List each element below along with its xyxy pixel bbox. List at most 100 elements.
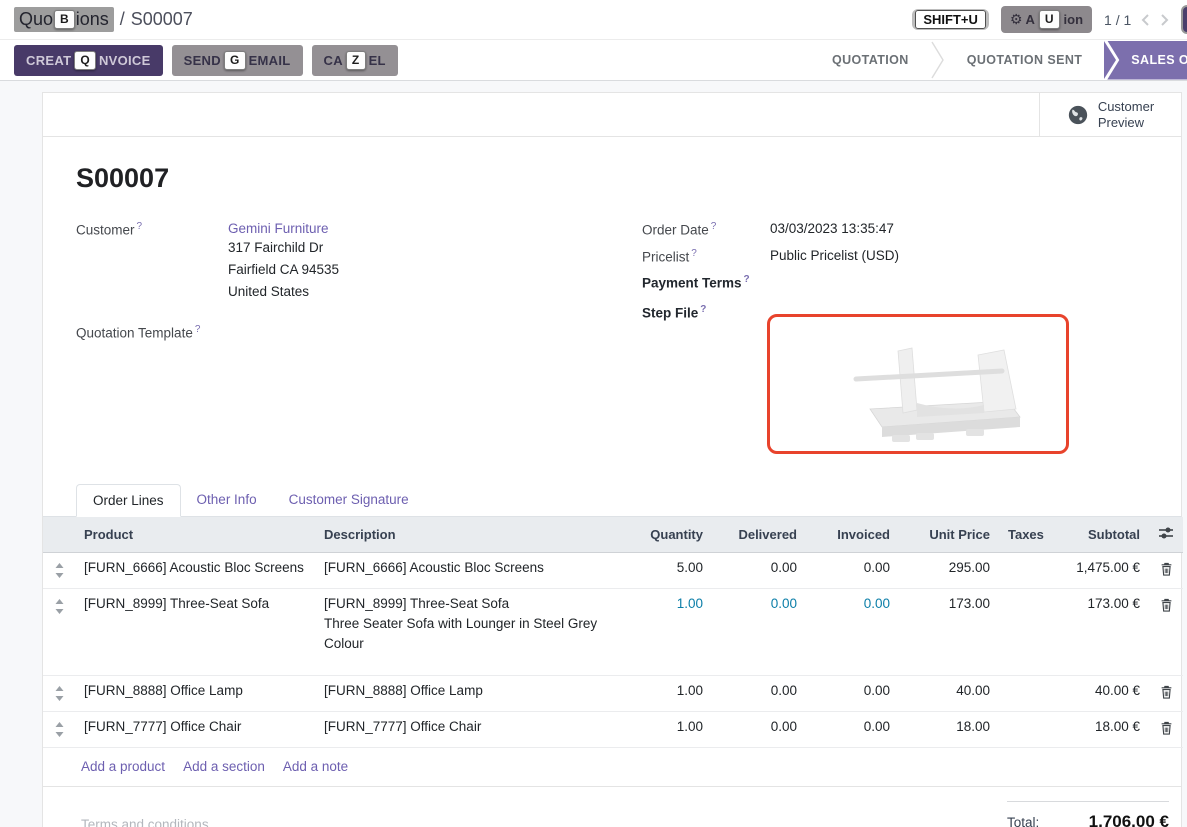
statusbar-step-quotation-sent[interactable]: QUOTATION SENT — [945, 53, 1105, 67]
order-date-field: Order Date? 03/03/2023 13:35:47 — [642, 221, 1181, 238]
invoiced-cell[interactable]: 0.00 — [807, 589, 900, 676]
unit-price-cell[interactable]: 295.00 — [900, 553, 1000, 589]
drag-handle-icon[interactable] — [43, 589, 76, 676]
statusbar-step-sales-order-active[interactable]: SALES ORDER — [1107, 41, 1187, 80]
quantity-cell[interactable]: 1.00 — [621, 589, 713, 676]
invoiced-column-header[interactable]: Invoiced — [807, 517, 900, 553]
description-cell[interactable]: [FURN_8999] Three-Seat Sofa Three Seater… — [316, 589, 621, 676]
help-question-icon: ? — [691, 248, 697, 259]
statusbar-separator-icon — [931, 41, 945, 79]
description-cell[interactable]: [FURN_7777] Office Chair — [316, 712, 621, 748]
form-column-right: Order Date? 03/03/2023 13:35:47 Pricelis… — [627, 221, 1181, 454]
delivered-cell[interactable]: 0.00 — [713, 553, 807, 589]
quantity-column-header[interactable]: Quantity — [621, 517, 713, 553]
quantity-cell[interactable]: 1.00 — [621, 676, 713, 712]
customer-field: Customer? Gemini Furniture 317 Fairchild… — [76, 221, 627, 302]
cancel-button[interactable]: CAZEL — [312, 45, 398, 76]
taxes-cell[interactable] — [1000, 553, 1045, 589]
delete-row-button[interactable] — [1150, 676, 1183, 712]
unit-price-cell[interactable]: 40.00 — [900, 676, 1000, 712]
unit-price-cell[interactable]: 173.00 — [900, 589, 1000, 676]
help-question-icon: ? — [137, 221, 143, 232]
truncated-create-button[interactable]: C — [1181, 5, 1187, 34]
delivered-cell[interactable]: 0.00 — [713, 589, 807, 676]
quantity-cell[interactable]: 5.00 — [621, 553, 713, 589]
product-cell[interactable]: [FURN_8888] Office Lamp — [76, 676, 316, 712]
description-line1: [FURN_8999] Three-Seat Sofa — [324, 596, 613, 611]
breadcrumb-text-fragment: Quo — [19, 9, 53, 30]
subtotal-column-header[interactable]: Subtotal — [1045, 517, 1150, 553]
description-line2: Three Seater Sofa with Lounger in Steel … — [324, 614, 613, 668]
order-line-row[interactable]: [FURN_6666] Acoustic Bloc Screens [FURN_… — [43, 553, 1183, 589]
breadcrumb-text-fragment: ions — [76, 9, 109, 30]
taxes-cell[interactable] — [1000, 589, 1045, 676]
action-menu-button[interactable]: ⚙ AUion — [1001, 6, 1092, 33]
delete-row-button[interactable] — [1150, 712, 1183, 748]
order-date-value[interactable]: 03/03/2023 13:35:47 — [770, 221, 894, 238]
sheet-body: S00007 Customer? Gemini Furniture 317 Fa… — [43, 137, 1181, 454]
button-label-fragment: CREAT — [26, 53, 71, 68]
customer-preview-button[interactable]: Customer Preview — [1039, 93, 1181, 136]
delivered-cell[interactable]: 0.00 — [713, 676, 807, 712]
drag-handle-icon[interactable] — [43, 712, 76, 748]
create-invoice-button[interactable]: CREATQNVOICE — [14, 45, 163, 76]
description-cell[interactable]: [FURN_6666] Acoustic Bloc Screens — [316, 553, 621, 589]
delivered-column-header[interactable]: Delivered — [713, 517, 807, 553]
pager-previous-icon[interactable] — [1141, 13, 1150, 27]
top-navigation-bar: QuoBions / S00007 SHIFT+U ⚙ AUion 1 / 1 … — [0, 0, 1187, 40]
record-title[interactable]: S00007 — [76, 163, 1181, 194]
pager-next-icon[interactable] — [1160, 13, 1169, 27]
invoiced-cell[interactable]: 0.00 — [807, 676, 900, 712]
globe-icon — [1067, 104, 1089, 126]
customer-value: Gemini Furniture 317 Fairchild Dr Fairfi… — [228, 221, 339, 302]
invoiced-cell[interactable]: 0.00 — [807, 712, 900, 748]
delete-row-button[interactable] — [1150, 553, 1183, 589]
notebook-tabs: Order Lines Other Info Customer Signatur… — [43, 484, 1181, 517]
customer-link[interactable]: Gemini Furniture — [228, 221, 329, 236]
taxes-cell[interactable] — [1000, 676, 1045, 712]
optional-columns-header[interactable] — [1150, 517, 1183, 553]
product-cell[interactable]: [FURN_8999] Three-Seat Sofa — [76, 589, 316, 676]
pricelist-value[interactable]: Public Pricelist (USD) — [770, 248, 899, 265]
customer-preview-line2: Preview — [1098, 115, 1144, 130]
invoiced-cell[interactable]: 0.00 — [807, 553, 900, 589]
topbar-right-cluster: SHIFT+U ⚙ AUion 1 / 1 C — [912, 5, 1187, 34]
help-question-icon: ? — [195, 324, 201, 335]
tab-other-info[interactable]: Other Info — [181, 484, 273, 515]
subtotal-cell: 1,475.00 € — [1045, 553, 1150, 589]
tab-customer-signature[interactable]: Customer Signature — [273, 484, 425, 515]
add-a-note-link[interactable]: Add a note — [283, 759, 348, 774]
description-cell[interactable]: [FURN_8888] Office Lamp — [316, 676, 621, 712]
pager-value: 1 / 1 — [1104, 12, 1131, 28]
order-line-row[interactable]: [FURN_8999] Three-Seat Sofa [FURN_8999] … — [43, 589, 1183, 676]
delete-row-button[interactable] — [1150, 589, 1183, 676]
product-column-header[interactable]: Product — [76, 517, 316, 553]
tab-order-lines[interactable]: Order Lines — [76, 484, 181, 517]
delivered-cell[interactable]: 0.00 — [713, 712, 807, 748]
statusbar-step-quotation[interactable]: QUOTATION — [810, 53, 931, 67]
step-file-image-highlighted[interactable] — [767, 314, 1069, 454]
taxes-column-header[interactable]: Taxes — [1000, 517, 1045, 553]
keyboard-hint-z: Z — [346, 51, 366, 70]
unit-price-cell[interactable]: 18.00 — [900, 712, 1000, 748]
description-column-header[interactable]: Description — [316, 517, 621, 553]
order-line-row[interactable]: [FURN_7777] Office Chair [FURN_7777] Off… — [43, 712, 1183, 748]
drag-handle-icon[interactable] — [43, 676, 76, 712]
pricelist-field: Pricelist? Public Pricelist (USD) — [642, 248, 1181, 265]
product-cell[interactable]: [FURN_6666] Acoustic Bloc Screens — [76, 553, 316, 589]
quantity-cell[interactable]: 1.00 — [621, 712, 713, 748]
breadcrumb-quotations-link[interactable]: QuoBions — [14, 7, 114, 32]
help-question-icon: ? — [711, 221, 717, 232]
terms-and-conditions-input[interactable]: Terms and conditions... — [81, 817, 220, 827]
product-cell[interactable]: [FURN_7777] Office Chair — [76, 712, 316, 748]
drag-handle-icon[interactable] — [43, 553, 76, 589]
button-label-fragment: EL — [369, 53, 386, 68]
action-buttons-group: CREATQNVOICE SENDGEMAIL CAZEL — [0, 45, 398, 76]
send-email-button[interactable]: SENDGEMAIL — [172, 45, 303, 76]
taxes-cell[interactable] — [1000, 712, 1045, 748]
order-line-row[interactable]: [FURN_8888] Office Lamp [FURN_8888] Offi… — [43, 676, 1183, 712]
add-a-section-link[interactable]: Add a section — [183, 759, 265, 774]
add-a-product-link[interactable]: Add a product — [81, 759, 165, 774]
quotation-template-label: Quotation Template? — [76, 324, 228, 341]
unit-price-column-header[interactable]: Unit Price — [900, 517, 1000, 553]
